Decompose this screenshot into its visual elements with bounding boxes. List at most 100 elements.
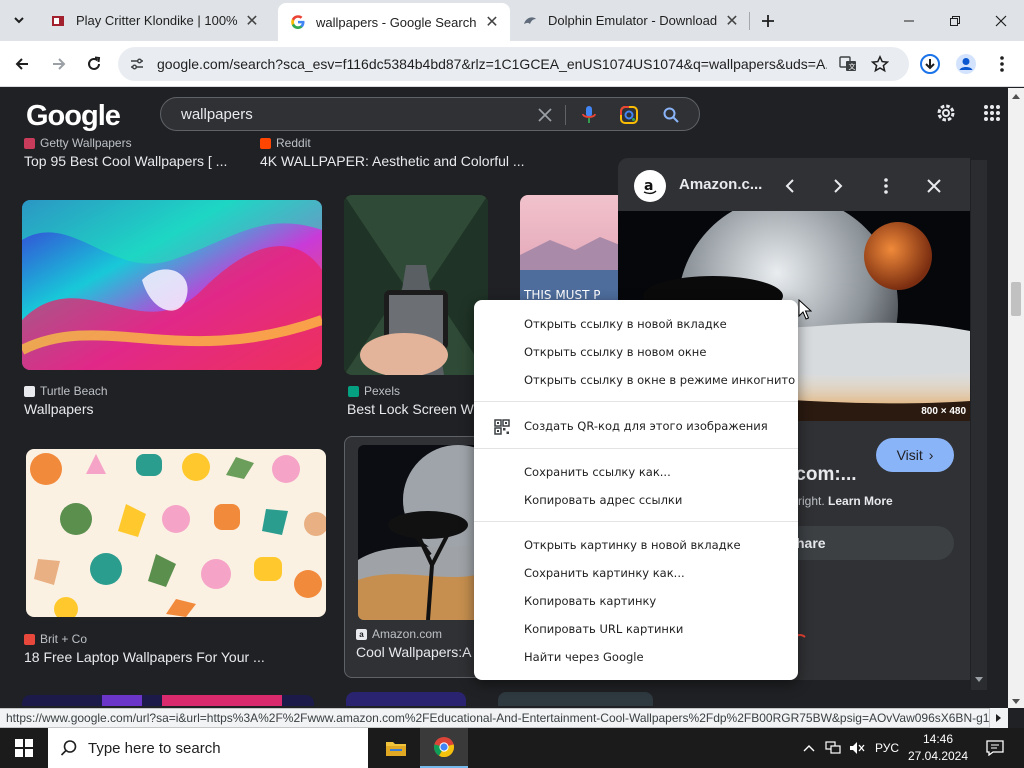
taskbar-clock[interactable]: 14:46 27.04.2024	[904, 731, 972, 765]
result-source[interactable]: Reddit	[260, 136, 311, 150]
result-title[interactable]: 4K WALLPAPER: Aesthetic and Colorful ...	[260, 153, 560, 169]
result-source[interactable]: Pexels	[348, 384, 400, 398]
getty-icon	[24, 137, 35, 149]
panel-scrollbar[interactable]	[971, 160, 987, 690]
tab-strip: Play Critter Klondike | 100% Fre ✕ wallp…	[0, 0, 1024, 41]
network-icon[interactable]	[822, 728, 844, 768]
more-vert-icon[interactable]	[874, 174, 898, 198]
menu-copy-image[interactable]: Копировать картинку	[474, 587, 798, 615]
clear-search-icon[interactable]	[535, 105, 555, 125]
language-indicator[interactable]: РУС	[870, 728, 904, 768]
selected-result-card[interactable]: a Amazon.com Cool Wallpapers:A	[344, 436, 484, 678]
result-thumbnail-planet-tree[interactable]	[358, 445, 483, 620]
link-status-bar: https://www.google.com/url?sa=i&url=http…	[0, 708, 990, 728]
chrome-menu-button[interactable]	[990, 52, 1014, 76]
start-button[interactable]	[0, 728, 48, 768]
scroll-down-arrow-icon[interactable]	[1011, 698, 1021, 706]
scroll-down-arrow-icon[interactable]	[974, 676, 984, 684]
visit-button[interactable]: Visit ›	[876, 438, 954, 472]
profile-button[interactable]	[954, 52, 978, 76]
clock-time: 14:46	[922, 732, 954, 746]
search-icon[interactable]	[661, 105, 681, 125]
menu-open-image-new-tab[interactable]: Открыть картинку в новой вкладке	[474, 531, 798, 559]
menu-save-link-as[interactable]: Сохранить ссылку как...	[474, 458, 798, 486]
result-title[interactable]: Top 95 Best Cool Wallpapers [ ...	[24, 153, 244, 169]
tab-critter-klondike[interactable]: Play Critter Klondike | 100% Fre ✕	[38, 0, 270, 41]
close-tab-icon[interactable]: ✕	[722, 11, 742, 31]
result-thumbnail-partial[interactable]	[22, 695, 314, 706]
panel-title[interactable]: Amazon.c...	[679, 176, 762, 193]
result-thumbnail-partial[interactable]	[498, 692, 653, 706]
translate-icon[interactable]: 文	[838, 54, 858, 74]
result-title[interactable]: Best Lock Screen W	[347, 401, 474, 417]
horizontal-scroll-right[interactable]	[990, 708, 1008, 728]
back-button[interactable]	[8, 50, 36, 78]
menu-open-link-incognito[interactable]: Открыть ссылку в окне в режиме инкогнито	[474, 366, 798, 394]
lens-icon[interactable]	[619, 105, 639, 125]
source-name: Brit + Co	[40, 632, 88, 646]
microphone-icon[interactable]	[579, 105, 599, 125]
minimize-button[interactable]	[886, 0, 932, 41]
taskbar-search-box[interactable]: Type here to search	[48, 728, 368, 768]
result-thumbnail-phone-road[interactable]	[344, 195, 488, 375]
menu-search-with-google[interactable]: Найти через Google	[474, 643, 798, 671]
close-tab-icon[interactable]: ✕	[482, 12, 502, 32]
minimize-icon	[904, 20, 914, 21]
menu-save-image-as[interactable]: Сохранить картинку как...	[474, 559, 798, 587]
forward-button[interactable]	[45, 50, 73, 78]
result-source[interactable]: Brit + Co	[24, 632, 87, 646]
copyright-notice: yright. Learn More	[792, 494, 893, 508]
result-thumbnail-partial[interactable]	[346, 692, 466, 706]
learn-more-link[interactable]: Learn More	[828, 494, 893, 508]
menu-copy-link-address[interactable]: Копировать адрес ссылки	[474, 486, 798, 514]
notifications-icon[interactable]	[980, 728, 1010, 768]
result-title[interactable]: Cool Wallpapers:A	[356, 644, 481, 660]
apps-grid-icon[interactable]	[980, 101, 1004, 125]
menu-open-link-new-tab[interactable]: Открыть ссылку в новой вкладке	[474, 310, 798, 338]
result-title[interactable]: Wallpapers	[24, 401, 314, 417]
scroll-right-arrow-icon	[996, 714, 1001, 722]
address-bar[interactable]: google.com/search?sca_esv=f116dc5384b4bd…	[118, 47, 909, 81]
close-icon[interactable]	[922, 174, 946, 198]
search-query[interactable]: wallpapers	[181, 106, 253, 123]
tab-dolphin-emulator[interactable]: Dolphin Emulator - Download ✕	[510, 0, 750, 41]
result-source[interactable]: a Amazon.com	[356, 627, 442, 641]
tab-wallpapers-search[interactable]: wallpapers - Google Search ✕	[278, 3, 510, 41]
scrollbar-thumb[interactable]	[1011, 282, 1021, 316]
share-button[interactable]: hare	[778, 526, 954, 560]
show-hidden-icons[interactable]	[798, 728, 820, 768]
page-scrollbar[interactable]	[1008, 88, 1024, 708]
site-info-icon[interactable]	[129, 56, 145, 77]
result-source[interactable]: Turtle Beach	[24, 384, 108, 398]
result-source[interactable]: Getty Wallpapers	[24, 136, 132, 150]
google-logo[interactable]: Google	[26, 100, 121, 133]
result-thumbnail-colorful-swirl[interactable]	[22, 200, 322, 370]
windows-logo-icon	[15, 739, 33, 757]
bookmark-star-icon[interactable]	[870, 54, 890, 74]
new-tab-button[interactable]	[756, 9, 780, 33]
previous-icon[interactable]	[778, 174, 802, 198]
close-tab-icon[interactable]: ✕	[242, 11, 262, 31]
settings-gear-icon[interactable]	[934, 101, 958, 125]
taskbar-chrome[interactable]	[420, 728, 468, 768]
cards-icon	[50, 13, 66, 29]
reload-button[interactable]	[80, 50, 108, 78]
restore-button[interactable]	[932, 0, 978, 41]
downloads-button[interactable]	[918, 52, 942, 76]
search-box[interactable]: wallpapers	[160, 97, 700, 131]
result-thumbnail-sea[interactable]: THIS MUST P	[520, 195, 620, 305]
taskbar-file-explorer[interactable]	[372, 728, 420, 768]
menu-create-qr-code[interactable]: Создать QR-код для этого изображения	[474, 412, 798, 440]
result-title[interactable]: 18 Free Laptop Wallpapers For Your ...	[24, 649, 314, 665]
tab-search-button[interactable]	[7, 8, 31, 32]
scroll-up-arrow-icon[interactable]	[1011, 92, 1021, 100]
panel-heading[interactable]: .com:...	[790, 464, 857, 486]
menu-open-link-new-window[interactable]: Открыть ссылку в новом окне	[474, 338, 798, 366]
menu-item-label: Создать QR-код для этого изображения	[524, 419, 768, 433]
close-window-button[interactable]	[978, 0, 1024, 41]
menu-copy-image-url[interactable]: Копировать URL картинки	[474, 615, 798, 643]
result-thumbnail-pattern[interactable]	[26, 449, 326, 617]
volume-muted-icon[interactable]	[846, 728, 868, 768]
next-icon[interactable]	[826, 174, 850, 198]
url-text: google.com/search?sca_esv=f116dc5384b4bd…	[157, 56, 827, 72]
